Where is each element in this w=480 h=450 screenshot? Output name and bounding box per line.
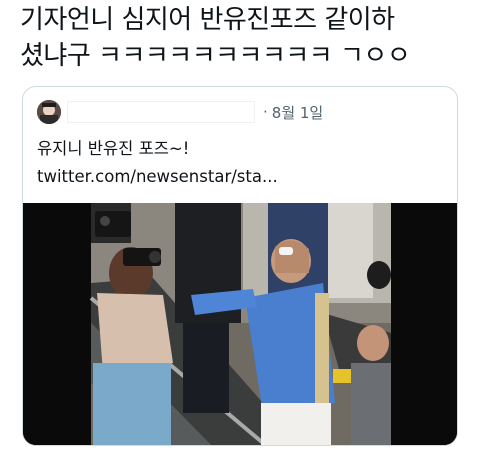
quoted-tweet-header: · 8월 1일 xyxy=(37,100,323,124)
tweet-text: 기자언니 심지어 반유진포즈 같이하 셨냐구 ㅋㅋㅋㅋㅋㅋㅋㅋㅋㅋ ㄱㅇㅇ xyxy=(20,5,411,71)
photo-icon xyxy=(23,203,457,445)
avatar-image xyxy=(37,100,61,124)
quoted-tweet-card[interactable]: · 8월 1일 유지니 반유진 포즈~! twitter.com/newsens… xyxy=(22,86,458,446)
tweet-meta: · 8월 1일 xyxy=(263,102,323,123)
author-name-redacted xyxy=(67,101,255,123)
quoted-tweet-text: 유지니 반유진 포즈~! xyxy=(37,139,190,158)
quoted-tweet-link[interactable]: twitter.com/newsenstar/sta... xyxy=(37,163,447,191)
quoted-tweet-body: 유지니 반유진 포즈~! twitter.com/newsenstar/sta.… xyxy=(37,135,447,191)
tweet-date[interactable]: 8월 1일 xyxy=(272,102,323,123)
meta-separator: · xyxy=(263,103,268,121)
avatar[interactable] xyxy=(37,100,61,124)
quoted-tweet-photo[interactable] xyxy=(23,203,457,445)
